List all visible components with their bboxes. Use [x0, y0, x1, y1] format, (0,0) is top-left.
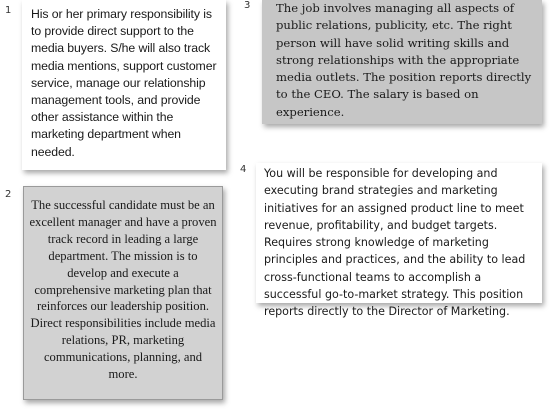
job-description-text-2: The successful candidate must be an exce…	[29, 198, 217, 382]
card-number-1: 1	[5, 5, 12, 16]
job-description-card-4: You will be responsible for developing a…	[256, 163, 542, 318]
card-number-3: 3	[244, 0, 251, 11]
job-description-text-1: His or her primary responsibility is to …	[31, 7, 217, 159]
job-description-card-2: The successful candidate must be an exce…	[23, 186, 223, 400]
card-number-2: 2	[5, 189, 12, 200]
job-description-card-3: The job involves managing all aspects of…	[262, 0, 542, 124]
job-description-card-1: His or her primary responsibility is to …	[22, 0, 226, 170]
job-description-text-3: The job involves managing all aspects of…	[276, 1, 532, 119]
job-description-text-4: You will be responsible for developing a…	[264, 167, 526, 319]
card-number-4: 4	[240, 164, 247, 175]
